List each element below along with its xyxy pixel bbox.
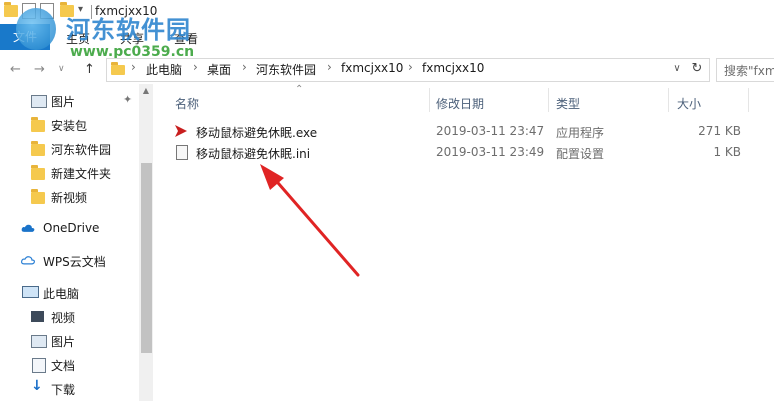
annotation-arrow-shaft [270,174,360,277]
annotation-arrow [260,164,360,277]
